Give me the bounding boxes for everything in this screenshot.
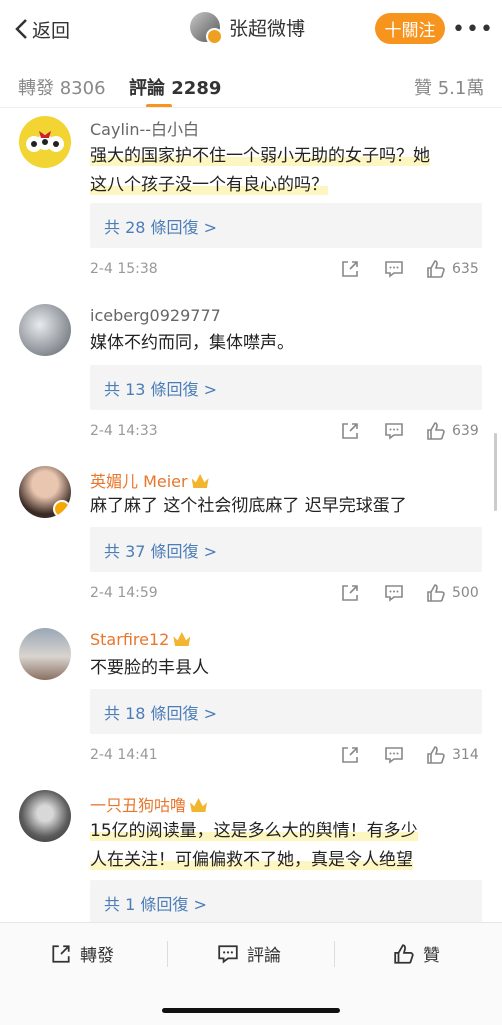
avatar[interactable] bbox=[19, 790, 71, 842]
share-icon[interactable] bbox=[340, 259, 360, 279]
more-icon[interactable]: ••• bbox=[452, 17, 494, 42]
vip-crown-icon bbox=[190, 798, 208, 812]
like-button[interactable]: 635 bbox=[426, 259, 479, 279]
top-bar: 返回 张超微博 十關注 ••• bbox=[0, 0, 502, 58]
username[interactable]: 张超微博 bbox=[229, 14, 305, 41]
replies-button[interactable]: 共 18 條回復 > bbox=[90, 689, 482, 734]
comment-time: 2-4 14:41 bbox=[90, 747, 158, 763]
follow-button[interactable]: 十關注 bbox=[375, 13, 445, 44]
tab-repost[interactable]: 轉發 8306 bbox=[18, 74, 106, 100]
like-button[interactable]: 639 bbox=[426, 421, 479, 441]
comment-username[interactable]: iceberg0929777 bbox=[90, 306, 221, 325]
share-icon[interactable] bbox=[340, 583, 360, 603]
vip-crown-icon bbox=[173, 632, 191, 646]
thumbs-up-icon bbox=[427, 422, 445, 440]
comment-icon[interactable] bbox=[384, 259, 404, 279]
like-button[interactable]: 500 bbox=[426, 583, 479, 603]
tab-comments[interactable]: 評論 2289 bbox=[129, 74, 221, 100]
avatar[interactable] bbox=[190, 12, 223, 45]
comment-actions bbox=[340, 745, 404, 765]
divider bbox=[167, 941, 168, 967]
comment-username[interactable]: 一只丑狗咕噜 bbox=[90, 792, 208, 816]
comment-actions bbox=[340, 259, 404, 279]
thumbs-up-icon bbox=[394, 943, 414, 964]
comment-username[interactable]: Starfire12 bbox=[90, 630, 191, 649]
tab-likes[interactable]: 贊 5.1萬 bbox=[414, 74, 484, 100]
verified-badge-icon bbox=[206, 28, 223, 45]
avatar[interactable] bbox=[19, 628, 71, 680]
tab-bar: 轉發 8306 評論 2289 贊 5.1萬 bbox=[0, 62, 502, 108]
back-label: 返回 bbox=[32, 19, 71, 42]
comment-username[interactable]: Caylin--白小白 bbox=[90, 116, 199, 140]
comment-time: 2-4 14:33 bbox=[90, 423, 158, 439]
divider bbox=[0, 107, 502, 108]
scrollbar[interactable] bbox=[494, 433, 497, 511]
thumbs-up-icon bbox=[427, 584, 445, 602]
comment-text: 媒体不约而同，集体噤声。 bbox=[90, 333, 294, 353]
avatar[interactable] bbox=[19, 116, 71, 168]
like-button[interactable]: 贊 bbox=[393, 941, 440, 966]
avatar[interactable] bbox=[19, 466, 71, 518]
comment-text: 15亿的阅读量，这是多么大的舆情！有多少 人在关注！可偏偏救不了她，真是令人绝望 bbox=[90, 821, 418, 870]
verified-badge-icon bbox=[53, 500, 71, 518]
comment-actions bbox=[340, 583, 404, 603]
comment-text: 强大的国家护不住一个弱小无助的女子吗？她 这八个孩子没一个有良心的吗？ bbox=[90, 146, 430, 195]
comment-actions bbox=[340, 421, 404, 441]
home-indicator[interactable] bbox=[162, 1008, 340, 1013]
comment-text: 麻了麻了 这个社会彻底麻了 迟早完球蛋了 bbox=[90, 496, 407, 516]
replies-button[interactable]: 共 37 條回復 > bbox=[90, 527, 482, 572]
comment-icon[interactable] bbox=[384, 421, 404, 441]
vip-crown-icon bbox=[191, 474, 209, 488]
replies-button[interactable]: 共 1 條回復 > bbox=[90, 880, 482, 925]
replies-button[interactable]: 共 13 條回復 > bbox=[90, 365, 482, 410]
user-header[interactable]: 张超微博 bbox=[190, 12, 305, 45]
repost-button[interactable]: 轉發 bbox=[50, 941, 114, 966]
avatar[interactable] bbox=[19, 304, 71, 356]
chevron-left-icon bbox=[15, 19, 27, 39]
comment-icon bbox=[218, 944, 238, 963]
thumbs-up-icon bbox=[427, 746, 445, 764]
comment-text: 不要脸的丰县人 bbox=[90, 658, 209, 678]
back-button[interactable]: 返回 bbox=[14, 14, 70, 44]
divider bbox=[334, 941, 335, 967]
bottom-action-bar: 轉發 評論 贊 bbox=[0, 922, 502, 1025]
comment-icon[interactable] bbox=[384, 583, 404, 603]
comment-icon[interactable] bbox=[384, 745, 404, 765]
share-icon bbox=[52, 944, 70, 963]
comment-button[interactable]: 評論 bbox=[217, 941, 281, 966]
comment-time: 2-4 14:59 bbox=[90, 585, 158, 601]
replies-button[interactable]: 共 28 條回復 > bbox=[90, 203, 482, 248]
share-icon[interactable] bbox=[340, 745, 360, 765]
comment-username[interactable]: 英媚儿 Meier bbox=[90, 468, 209, 492]
thumbs-up-icon bbox=[427, 260, 445, 278]
share-icon[interactable] bbox=[340, 421, 360, 441]
comment-time: 2-4 15:38 bbox=[90, 261, 158, 277]
like-button[interactable]: 314 bbox=[426, 745, 479, 765]
